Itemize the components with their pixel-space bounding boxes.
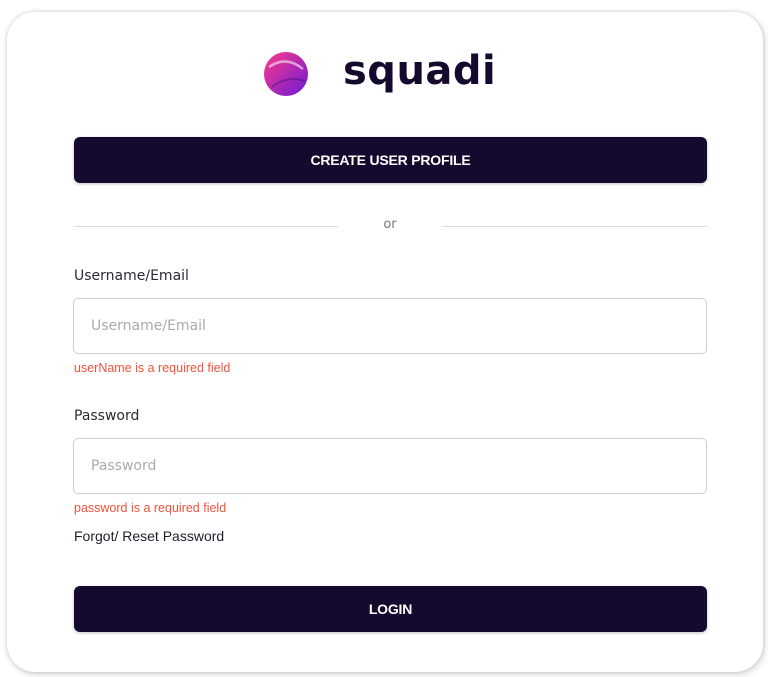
username-error-message: userName is a required field [74, 361, 231, 375]
login-button[interactable]: LOGIN [74, 586, 707, 632]
username-input[interactable] [73, 298, 707, 354]
brand-logo: squadi [263, 48, 497, 97]
squadi-ball-icon [264, 52, 308, 96]
divider-or-text: or [383, 217, 397, 232]
password-error-message: password is a required field [74, 501, 227, 515]
username-label: Username/Email [74, 268, 189, 284]
password-input[interactable] [73, 438, 707, 494]
divider-line-left [74, 226, 338, 227]
divider-line-right [442, 226, 707, 227]
brand-name: squadi [343, 48, 497, 94]
page: squadi CREATE USER PROFILE or Username/E… [0, 0, 768, 677]
create-user-profile-button[interactable]: CREATE USER PROFILE [74, 137, 707, 183]
password-label: Password [74, 408, 140, 424]
forgot-reset-password-link[interactable]: Forgot/ Reset Password [74, 528, 224, 544]
